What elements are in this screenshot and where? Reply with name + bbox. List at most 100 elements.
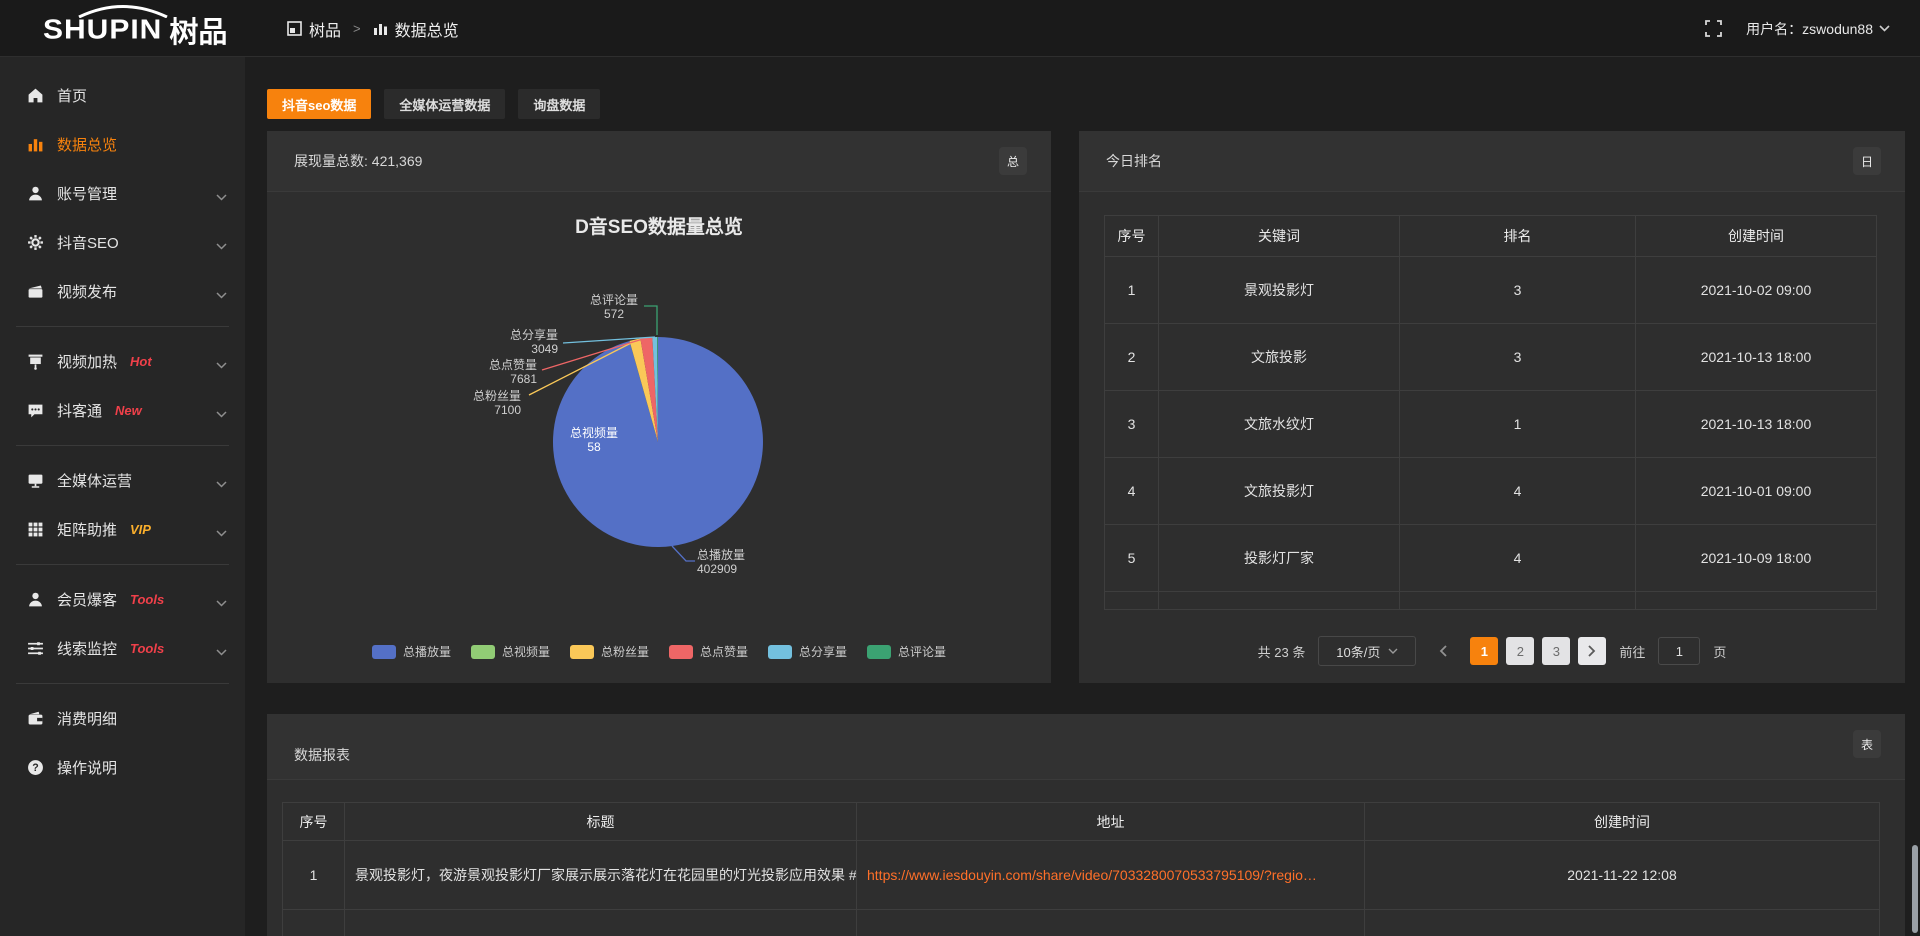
table-row: 1景观投影灯32021-10-02 09:00 bbox=[1105, 257, 1877, 324]
table-row: 2文旅投影32021-10-13 18:00 bbox=[1105, 324, 1877, 391]
breadcrumb-item-current: 数据总览 bbox=[395, 17, 459, 41]
sidebar: 首页 数据总览 账号管理 抖音SEO 视频发布 视频加热 Hot 抖客通 New… bbox=[0, 57, 245, 936]
help-circle-icon: ? bbox=[27, 759, 44, 776]
chevron-down-icon bbox=[216, 188, 227, 206]
col-created: 创建时间 bbox=[1365, 803, 1880, 841]
sidebar-item-matrix-boost[interactable]: 矩阵助推 VIP bbox=[0, 505, 245, 554]
video-title: 景观投影灯，夜游景观投影灯厂家展示展示落花灯在花园里的灯光投影应用效果 # bbox=[345, 841, 857, 910]
sidebar-item-home[interactable]: 首页 bbox=[0, 71, 245, 120]
new-badge: New bbox=[115, 403, 142, 418]
fullscreen-icon[interactable] bbox=[1705, 20, 1722, 37]
legend-item-6[interactable]: 总评论量 bbox=[867, 643, 946, 660]
pie-label-5: 总分享量3049 bbox=[438, 328, 558, 356]
ranking-table: 序号 关键词 排名 创建时间 1景观投影灯32021-10-02 09:00 2… bbox=[1104, 215, 1877, 610]
sidebar-item-douyin-seo[interactable]: 抖音SEO bbox=[0, 218, 245, 267]
page-button-2[interactable]: 2 bbox=[1506, 637, 1534, 665]
table-toggle-button[interactable]: 表 bbox=[1853, 730, 1881, 758]
seo-chart-panel: 展现量总数: 421,369 总 D音SEO数据量总览 总播放量总视频量总粉丝量… bbox=[267, 131, 1051, 683]
report-panel-header: 数据报表 表 bbox=[267, 714, 1905, 780]
tab-media-operation-data[interactable]: 全媒体运营数据 bbox=[384, 89, 505, 119]
breadcrumb-separator: > bbox=[353, 21, 361, 36]
sidebar-item-consumption-detail[interactable]: 消费明细 bbox=[0, 694, 245, 743]
chevron-left-icon bbox=[1439, 645, 1447, 657]
sidebar-item-media-operation[interactable]: 全媒体运营 bbox=[0, 456, 245, 505]
gear-icon bbox=[27, 234, 44, 251]
breadcrumb: 树品 > 数据总览 bbox=[287, 0, 459, 57]
pagination: 共 23 条 10条/页 1 2 3 前往 页 bbox=[1079, 636, 1905, 666]
col-title: 标题 bbox=[345, 803, 857, 841]
legend-item-4[interactable]: 总点赞量 bbox=[669, 643, 748, 660]
seo-pie-chart bbox=[267, 192, 1051, 682]
col-url: 地址 bbox=[857, 803, 1365, 841]
sidebar-divider bbox=[16, 326, 229, 327]
table-row-partial bbox=[1105, 592, 1877, 610]
chevron-down-icon bbox=[1879, 25, 1890, 32]
sidebar-item-doukertong[interactable]: 抖客通 New bbox=[0, 386, 245, 435]
page-button-3[interactable]: 3 bbox=[1542, 637, 1570, 665]
col-rank: 排名 bbox=[1400, 216, 1636, 257]
sidebar-divider bbox=[16, 564, 229, 565]
logo-text-en: SHUPIN bbox=[43, 14, 162, 45]
tools-badge: Tools bbox=[130, 592, 164, 607]
app-square-icon bbox=[287, 21, 302, 36]
projector-screen-icon bbox=[27, 353, 44, 370]
grid-icon bbox=[27, 521, 44, 538]
chevron-down-icon bbox=[216, 524, 227, 542]
total-toggle-button[interactable]: 总 bbox=[999, 147, 1027, 175]
chevron-down-icon bbox=[216, 356, 227, 374]
sidebar-item-clue-monitor[interactable]: 线索监控 Tools bbox=[0, 624, 245, 673]
sidebar-divider bbox=[16, 683, 229, 684]
table-row: 1 景观投影灯，夜游景观投影灯厂家展示展示落花灯在花园里的灯光投影应用效果 # … bbox=[283, 841, 1880, 910]
prev-page-button[interactable] bbox=[1429, 637, 1457, 665]
sidebar-item-member-baoke[interactable]: 会员爆客 Tools bbox=[0, 575, 245, 624]
legend-item-2[interactable]: 总视频量 bbox=[471, 643, 550, 660]
goto-page-input[interactable] bbox=[1658, 637, 1700, 665]
tab-douyin-seo-data[interactable]: 抖音seo数据 bbox=[267, 89, 371, 119]
user-icon bbox=[27, 591, 44, 608]
day-toggle-button[interactable]: 日 bbox=[1853, 147, 1881, 175]
video-clapper-icon bbox=[27, 283, 44, 300]
sidebar-item-data-overview[interactable]: 数据总览 bbox=[0, 120, 245, 169]
sidebar-item-operation-guide[interactable]: ? 操作说明 bbox=[0, 743, 245, 792]
chevron-down-icon bbox=[216, 286, 227, 304]
goto-unit: 页 bbox=[1713, 642, 1726, 661]
next-page-button[interactable] bbox=[1578, 637, 1606, 665]
report-table: 序号 标题 地址 创建时间 1 景观投影灯，夜游景观投影灯厂家展示展示落花灯在花… bbox=[282, 802, 1880, 936]
sidebar-divider bbox=[16, 445, 229, 446]
col-index: 序号 bbox=[1105, 216, 1159, 257]
chart-panel-header: 展现量总数: 421,369 总 bbox=[267, 131, 1051, 192]
logo-text-cn: 树品 bbox=[169, 9, 227, 51]
top-bar: SHUPIN 树品 树品 > 数据总览 用户名：zswodun88 bbox=[0, 0, 1920, 57]
col-index: 序号 bbox=[283, 803, 345, 841]
user-icon bbox=[27, 185, 44, 202]
bar-chart-icon bbox=[27, 136, 44, 153]
page-scrollbar[interactable] bbox=[1912, 845, 1918, 933]
impressions-total-label: 展现量总数: 421,369 bbox=[294, 151, 422, 171]
page-button-1[interactable]: 1 bbox=[1470, 637, 1498, 665]
sidebar-item-video-heating[interactable]: 视频加热 Hot bbox=[0, 337, 245, 386]
logo: SHUPIN 树品 bbox=[43, 8, 227, 52]
table-row: 5投影灯厂家42021-10-09 18:00 bbox=[1105, 525, 1877, 592]
page-size-select[interactable]: 10条/页 bbox=[1318, 636, 1416, 666]
legend-item-1[interactable]: 总播放量 bbox=[372, 643, 451, 660]
pie-label-2: 总视频量58 bbox=[534, 426, 654, 454]
sidebar-item-video-publish[interactable]: 视频发布 bbox=[0, 267, 245, 316]
legend-item-5[interactable]: 总分享量 bbox=[768, 643, 847, 660]
tab-inquiry-data[interactable]: 询盘数据 bbox=[518, 89, 600, 119]
chevron-down-icon bbox=[216, 643, 227, 661]
pie-label-3: 总粉丝量7100 bbox=[401, 389, 521, 417]
main-content: 抖音seo数据 全媒体运营数据 询盘数据 展现量总数: 421,369 总 D音… bbox=[245, 57, 1920, 936]
sidebar-item-account-management[interactable]: 账号管理 bbox=[0, 169, 245, 218]
bar-chart-icon bbox=[373, 21, 388, 36]
ranking-panel-header: 今日排名 日 bbox=[1079, 131, 1905, 192]
breadcrumb-item-home[interactable]: 树品 bbox=[309, 17, 341, 41]
chevron-down-icon bbox=[216, 475, 227, 493]
monitor-icon bbox=[27, 472, 44, 489]
video-link[interactable]: https://www.iesdouyin.com/share/video/70… bbox=[867, 867, 1317, 883]
chart-legend: 总播放量 总视频量 总粉丝量 总点赞量 总分享量 总评论量 bbox=[267, 643, 1051, 660]
sliders-icon bbox=[27, 640, 44, 657]
user-menu[interactable]: 用户名：zswodun88 bbox=[1746, 19, 1890, 39]
wallet-icon bbox=[27, 710, 44, 727]
legend-item-3[interactable]: 总粉丝量 bbox=[570, 643, 649, 660]
col-created: 创建时间 bbox=[1636, 216, 1877, 257]
